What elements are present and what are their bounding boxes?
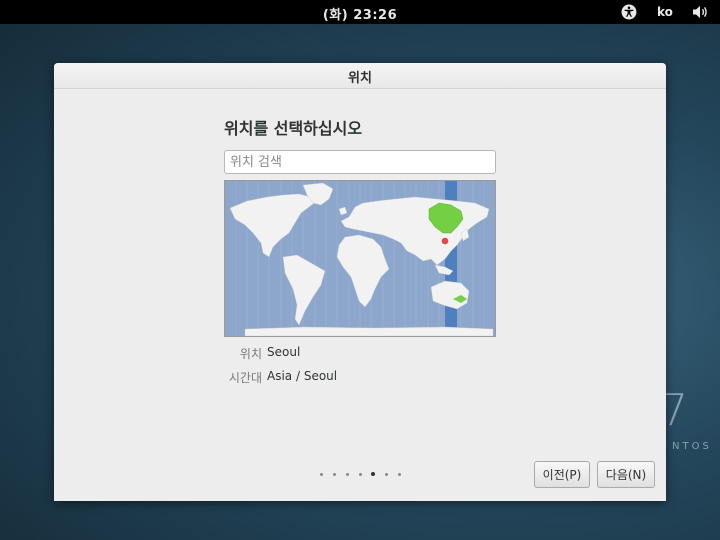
- location-dialog: 위치 위치를 선택하십시오 위치 검색 위치 Seoul 시간대 Asia / …: [54, 63, 666, 501]
- timezone-label: 시간대: [228, 371, 262, 385]
- location-search-input[interactable]: [224, 150, 496, 174]
- timezone-value: Asia / Seoul: [267, 369, 338, 383]
- page-dot-active: [371, 472, 375, 476]
- location-marker-icon: [440, 236, 450, 246]
- top-bar: (화) 23:26 ko: [0, 0, 720, 24]
- language-indicator[interactable]: ko: [657, 5, 673, 19]
- page-dot: [398, 473, 401, 476]
- world-map[interactable]: [224, 180, 496, 337]
- brand-text: NTOS: [672, 441, 712, 452]
- dialog-header: 위치: [54, 63, 666, 89]
- location-value: Seoul: [267, 345, 301, 359]
- dialog-title: 위치: [348, 71, 372, 86]
- world-map-image: [225, 181, 495, 336]
- page-dot: [320, 473, 323, 476]
- clock[interactable]: (화) 23:26: [0, 4, 720, 23]
- previous-button[interactable]: 이전(P): [534, 461, 590, 488]
- accessibility-icon[interactable]: [621, 4, 637, 20]
- page-heading: 위치를 선택하십시오: [224, 119, 363, 138]
- location-label: 위치: [239, 347, 262, 361]
- page-dot: [333, 473, 336, 476]
- next-button[interactable]: 다음(N): [597, 461, 655, 488]
- page-dot: [346, 473, 349, 476]
- page-dot: [359, 473, 362, 476]
- antarctica: [244, 326, 494, 336]
- page-dot: [385, 473, 388, 476]
- volume-icon[interactable]: [692, 4, 710, 20]
